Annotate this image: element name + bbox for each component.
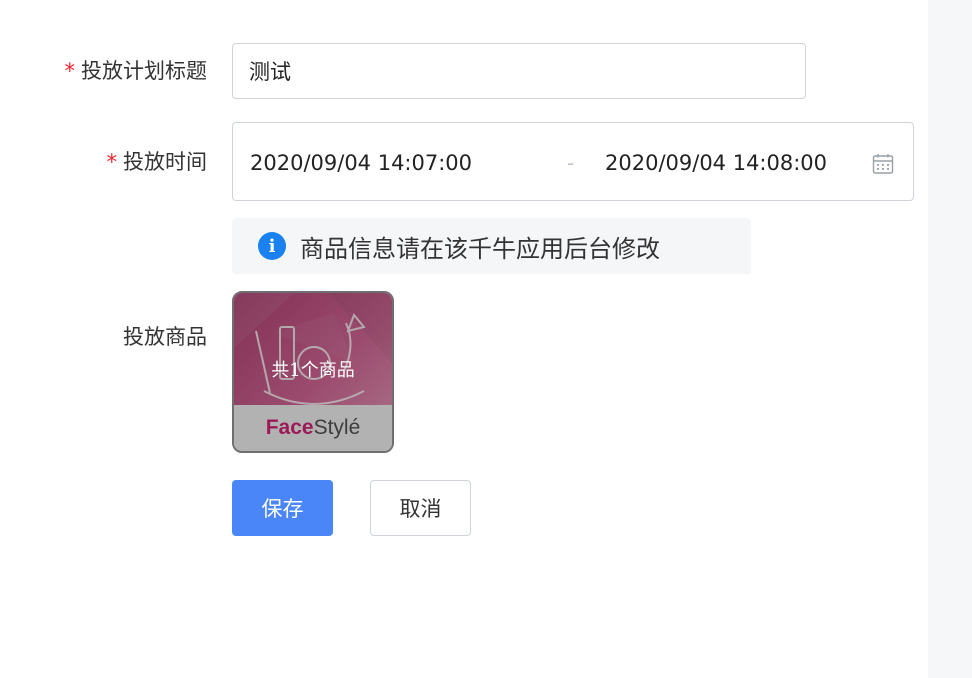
product-count-text: 共1个商品	[271, 360, 355, 381]
info-icon: i	[258, 232, 286, 260]
required-mark: *	[64, 59, 76, 83]
end-datetime[interactable]: 2020/09/04 14:08:00	[605, 149, 827, 177]
delivery-time-label: * 投放时间	[107, 148, 208, 176]
product-thumbnail-card[interactable]: 共1个商品 FaceStylé	[232, 291, 394, 453]
plan-title-input[interactable]	[232, 43, 806, 99]
date-range-separator: -	[567, 151, 575, 175]
info-notice: i 商品信息请在该千牛应用后台修改	[232, 218, 751, 274]
start-datetime[interactable]: 2020/09/04 14:07:00	[250, 149, 472, 177]
calendar-icon[interactable]	[871, 152, 895, 176]
notice-text: 商品信息请在该千牛应用后台修改	[300, 234, 660, 263]
plan-title-label: * 投放计划标题	[65, 57, 208, 85]
brand-logo-part2: Stylé	[313, 416, 361, 439]
cancel-button[interactable]: 取消	[370, 480, 471, 536]
required-mark: *	[106, 150, 118, 174]
save-button[interactable]: 保存	[232, 480, 333, 536]
plan-title-label-text: 投放计划标题	[81, 59, 207, 83]
brand-logo: FaceStylé	[234, 415, 392, 441]
products-label-text: 投放商品	[123, 325, 207, 349]
date-range-picker[interactable]: 2020/09/04 14:07:00 - 2020/09/04 14:08:0…	[232, 122, 914, 201]
products-label: 投放商品	[123, 323, 207, 351]
brand-logo-part1: Face	[265, 416, 314, 439]
delivery-time-label-text: 投放时间	[123, 150, 207, 174]
right-side-panel	[928, 0, 972, 678]
